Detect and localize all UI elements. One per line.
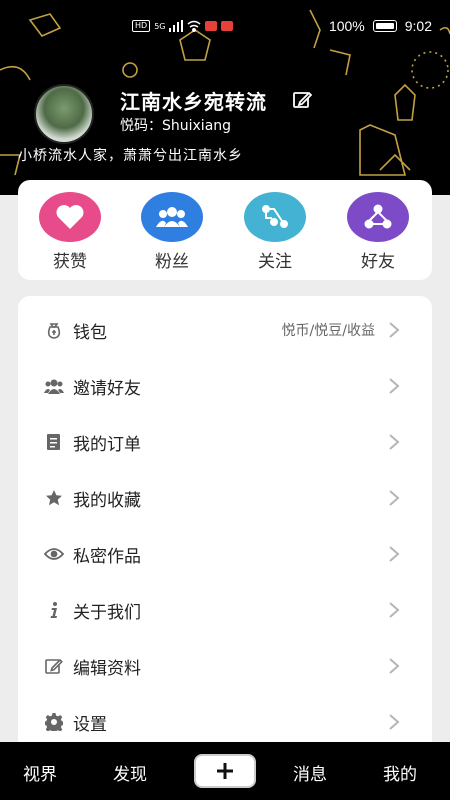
menu-item-about[interactable]: 关于我们: [18, 582, 432, 638]
status-bar: HD 5G 100% 9:02: [0, 0, 450, 44]
users-icon: [141, 192, 203, 242]
network-label: 5G: [154, 21, 166, 31]
wallet-icon: [44, 320, 64, 340]
yuema-id: 悦码：Shuixiang: [120, 118, 232, 134]
star-icon: [44, 488, 64, 508]
create-post-button[interactable]: [194, 754, 256, 788]
notification-icon: [221, 21, 234, 31]
gear-icon: [44, 712, 64, 732]
edit-profile-icon[interactable]: [292, 90, 312, 110]
stat-label: 好友: [361, 252, 395, 272]
heart-icon: [39, 192, 101, 242]
chevron-right-icon: [389, 714, 400, 730]
menu-item-favorites[interactable]: 我的收藏: [18, 470, 432, 526]
share-icon: [244, 192, 306, 242]
tab-me[interactable]: 我的: [383, 760, 417, 785]
menu-label: 私密作品: [73, 546, 141, 567]
stat-following[interactable]: 关注: [235, 192, 315, 272]
stat-fans[interactable]: 粉丝: [132, 192, 212, 272]
menu-label: 设置: [73, 714, 107, 735]
stat-friends[interactable]: 好友: [338, 192, 418, 272]
invite-icon: [44, 376, 64, 396]
chevron-right-icon: [389, 322, 400, 338]
battery-icon: [372, 20, 397, 32]
tab-messages[interactable]: 消息: [293, 760, 327, 785]
menu-label: 邀请好友: [73, 378, 141, 399]
menu-item-invite[interactable]: 邀请好友: [18, 358, 432, 414]
stat-label: 关注: [258, 252, 292, 272]
menu-label: 关于我们: [73, 602, 141, 623]
menu-extra: 悦币/悦豆/收益: [281, 323, 375, 339]
menu-item-wallet[interactable]: 钱包 悦币/悦豆/收益: [18, 302, 432, 358]
hd-badge: HD: [132, 20, 151, 32]
battery-percent: 100%: [328, 18, 365, 34]
menu-item-edit-profile[interactable]: 编辑资料: [18, 638, 432, 694]
menu-item-private-works[interactable]: 私密作品: [18, 526, 432, 582]
chevron-right-icon: [389, 434, 400, 450]
chevron-right-icon: [389, 658, 400, 674]
eye-icon: [44, 544, 64, 564]
menu-label: 我的订单: [73, 434, 141, 455]
plus-icon: [217, 763, 233, 779]
chevron-right-icon: [389, 378, 400, 394]
menu-label: 我的收藏: [73, 490, 141, 511]
tab-discover[interactable]: 发现: [113, 760, 147, 785]
signal-icon: [169, 20, 184, 32]
chevron-right-icon: [389, 546, 400, 562]
edit-icon: [44, 656, 64, 676]
clock: 9:02: [404, 18, 432, 34]
wifi-icon: [188, 20, 201, 32]
avatar[interactable]: [34, 84, 94, 144]
stat-label: 获赞: [53, 252, 87, 272]
menu-label: 钱包: [73, 322, 107, 343]
stat-likes[interactable]: 获赞: [30, 192, 110, 272]
friends-icon: [347, 192, 409, 242]
stats-card: 获赞 粉丝 关注 好友: [18, 180, 432, 280]
menu-card: 钱包 悦币/悦豆/收益 邀请好友 我的订单 我的收藏 私密作品 关于我们 编辑资…: [18, 296, 432, 756]
chevron-right-icon: [389, 602, 400, 618]
chevron-right-icon: [389, 490, 400, 506]
notification-icon: [205, 21, 218, 31]
username: 江南水乡宛转流: [120, 90, 267, 114]
stat-label: 粉丝: [155, 252, 189, 272]
menu-label: 编辑资料: [73, 658, 141, 679]
info-icon: [44, 600, 64, 620]
order-icon: [44, 432, 64, 452]
menu-item-orders[interactable]: 我的订单: [18, 414, 432, 470]
signature: 小桥流水人家，萧萧兮出江南水乡: [18, 148, 243, 164]
profile-header: HD 5G 100% 9:02 江南水乡宛转流 悦码：Shuixiang 小桥流…: [0, 0, 450, 195]
tab-vision[interactable]: 视界: [23, 760, 57, 785]
